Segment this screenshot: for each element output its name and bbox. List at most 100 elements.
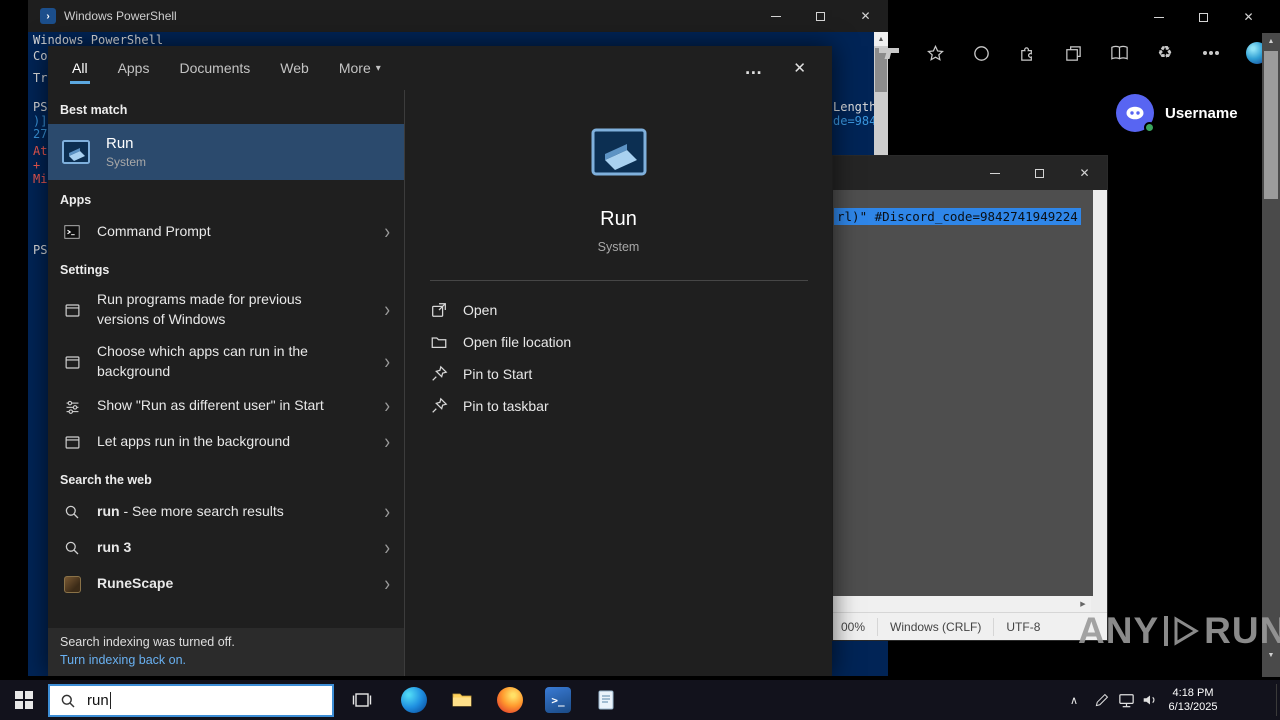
windows-stack-icon[interactable]	[1062, 42, 1084, 64]
search-close-button[interactable]: ✕	[793, 59, 806, 77]
star-icon[interactable]	[924, 42, 946, 64]
minimize-button[interactable]	[1136, 4, 1181, 30]
result-setting-run-as[interactable]: Show "Run as different user" in Start ›	[48, 388, 404, 424]
chevron-right-icon[interactable]: ›	[384, 536, 404, 561]
gun-icon[interactable]	[878, 42, 900, 64]
result-setting-compat[interactable]: Run programs made for previous versions …	[48, 284, 404, 336]
scroll-up-icon[interactable]: ▲	[1262, 33, 1280, 49]
indexing-message: Search indexing was turned off.	[60, 635, 235, 649]
taskbar-powershell[interactable]: >_	[538, 680, 578, 720]
extensions-puzzle-icon[interactable]	[1016, 42, 1038, 64]
indexing-link[interactable]: Turn indexing back on.	[60, 653, 404, 667]
notepad-text-area[interactable]: rl)" #Discord_code=9842741949224	[833, 190, 1107, 596]
volume-tray-icon[interactable]	[1138, 680, 1162, 720]
scrollbar-thumb[interactable]	[1264, 51, 1278, 199]
console-error-line: At	[33, 144, 48, 158]
console-line: Windows PowerShell	[33, 33, 164, 47]
result-label: Command Prompt	[97, 223, 211, 240]
taskbar-search-box[interactable]: run	[48, 684, 334, 717]
tab-web[interactable]: Web	[278, 46, 311, 90]
taskbar-firefox[interactable]	[490, 680, 530, 720]
notepad-titlebar[interactable]: ✕	[833, 156, 1107, 190]
powershell-titlebar[interactable]: › Windows PowerShell ✕	[28, 0, 888, 32]
recycle-icon[interactable]: ♻	[1154, 42, 1176, 64]
user-chip[interactable]: Username	[1116, 94, 1238, 133]
taskbar-edge[interactable]	[394, 680, 434, 720]
result-run-app[interactable]: Run System	[48, 124, 404, 180]
tab-label: Apps	[117, 60, 150, 76]
result-web-runescape[interactable]: RuneScape ›	[48, 566, 404, 602]
console-line: Tr	[33, 71, 48, 85]
username-label: Username	[1165, 104, 1238, 122]
search-options-button[interactable]: …	[744, 59, 763, 77]
watermark-any: ANY	[1078, 610, 1160, 651]
chevron-right-icon[interactable]: ›	[384, 350, 404, 375]
chevron-right-icon[interactable]: ›	[384, 220, 404, 245]
action-pin-to-taskbar[interactable]: Pin to taskbar	[429, 390, 571, 422]
chevron-right-icon[interactable]: ›	[384, 500, 404, 525]
action-open[interactable]: Open	[429, 294, 571, 326]
chevron-right-icon[interactable]: ›	[384, 394, 404, 419]
tab-documents[interactable]: Documents	[177, 46, 252, 90]
text-caret	[109, 692, 111, 709]
more-dots-icon[interactable]	[1200, 42, 1222, 64]
maximize-button[interactable]	[1017, 156, 1062, 190]
notepad-status-bar: 00% Windows (CRLF) UTF-8	[833, 612, 1107, 640]
console-error-line: Mi	[33, 172, 48, 186]
book-icon[interactable]	[1108, 42, 1130, 64]
maximize-button[interactable]	[1181, 4, 1226, 30]
result-web-run[interactable]: run - See more search results ›	[48, 494, 404, 530]
taskbar-file-explorer[interactable]	[442, 680, 482, 720]
search-icon	[60, 540, 84, 556]
taskbar-notepad[interactable]	[586, 680, 626, 720]
minimize-button[interactable]	[972, 156, 1017, 190]
result-label: Choose which apps can run in the backgro…	[97, 343, 308, 379]
command-prompt-icon	[60, 223, 84, 241]
network-tray-icon[interactable]	[1114, 680, 1138, 720]
discord-avatar[interactable]	[1116, 94, 1155, 133]
tab-all[interactable]: All	[70, 46, 90, 90]
browser-toolbar: ♻	[878, 42, 1274, 64]
result-setting-background-apps[interactable]: Choose which apps can run in the backgro…	[48, 336, 404, 388]
result-command-prompt[interactable]: Command Prompt ›	[48, 214, 404, 250]
console-line: Length	[833, 100, 877, 114]
circle-icon[interactable]	[970, 42, 992, 64]
notepad-window[interactable]: ✕ rl)" #Discord_code=9842741949224 ▶ 00%…	[832, 155, 1108, 641]
close-button[interactable]: ✕	[1062, 156, 1107, 190]
maximize-button[interactable]	[798, 0, 843, 32]
search-indexing-footer: Search indexing was turned off. Turn ind…	[48, 628, 404, 676]
console-line: Co	[33, 49, 48, 63]
result-setting-let-apps-run[interactable]: Let apps run in the background ›	[48, 424, 404, 460]
console-line: de=984	[833, 114, 877, 128]
search-input-value[interactable]: run	[87, 692, 109, 709]
section-header-apps: Apps	[60, 193, 92, 207]
chevron-right-icon[interactable]: ›	[384, 572, 404, 597]
hidden-icons-button[interactable]: ∧	[1064, 680, 1084, 720]
chevron-right-icon[interactable]: ›	[384, 430, 404, 455]
preview-divider	[429, 280, 808, 281]
background-window-controls[interactable]: ✕	[1136, 4, 1271, 30]
minimize-button[interactable]	[753, 0, 798, 32]
close-button[interactable]: ✕	[1226, 4, 1271, 30]
console-line: 27	[33, 127, 48, 141]
watermark-play-icon	[1174, 616, 1200, 646]
tab-more[interactable]: More ▾	[337, 46, 383, 90]
result-web-run3[interactable]: run 3 ›	[48, 530, 404, 566]
selected-text[interactable]: rl)" #Discord_code=9842741949224	[834, 208, 1081, 225]
close-button[interactable]: ✕	[843, 0, 888, 32]
close-icon: ✕	[1079, 166, 1090, 180]
notepad-vertical-scrollbar[interactable]	[1093, 190, 1107, 596]
action-pin-to-start[interactable]: Pin to Start	[429, 358, 571, 390]
search-preview-pane: Run System Open Open file location Pin t…	[404, 90, 832, 676]
clock[interactable]: 4:18 PM 6/13/2025	[1160, 680, 1226, 720]
action-open-file-location[interactable]: Open file location	[429, 326, 571, 358]
page-scrollbar[interactable]: ▲ ▼	[1262, 33, 1280, 677]
notepad-horizontal-scrollbar[interactable]: ▶	[833, 596, 1107, 612]
pen-tray-icon[interactable]	[1090, 680, 1112, 720]
chevron-right-icon[interactable]: ›	[384, 298, 404, 323]
task-view-button[interactable]	[342, 680, 382, 720]
tab-apps[interactable]: Apps	[116, 46, 152, 90]
maximize-icon	[816, 11, 825, 21]
show-desktop-button[interactable]	[1276, 684, 1280, 716]
start-button[interactable]	[0, 680, 48, 720]
